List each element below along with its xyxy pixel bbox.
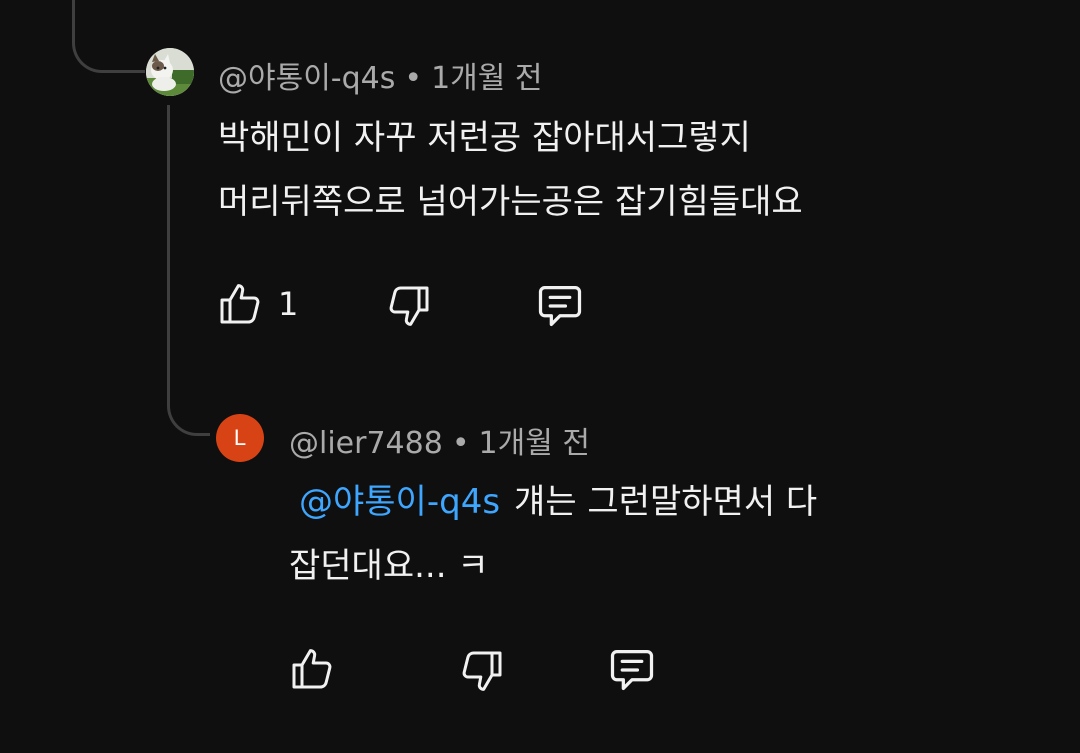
comment-body: @야통이-q4s 걔는 그런말하면서 다 잡던대요... ㅋ: [289, 470, 817, 598]
comment-body: 박해민이 자꾸 저런공 잡아대서그렇지 머리뒤쪽으로 넘어가는공은 잡기힘들대요: [218, 106, 803, 234]
like-button[interactable]: [288, 645, 336, 693]
comment-time: 1개월 전: [478, 426, 590, 461]
mention-link[interactable]: @야통이-q4s: [299, 482, 500, 522]
avatar[interactable]: [146, 48, 194, 96]
comment-line: @야통이-q4s 걔는 그런말하면서 다: [289, 470, 817, 534]
author-name[interactable]: @야통이-q4s: [218, 61, 395, 96]
dislike-button[interactable]: [385, 282, 433, 330]
reply-button[interactable]: [606, 644, 658, 696]
dislike-button[interactable]: [458, 647, 506, 695]
thumbs-up-icon: [220, 284, 260, 324]
comment-line: 머리뒤쪽으로 넘어가는공은 잡기힘들대요: [218, 182, 803, 222]
avatar[interactable]: L: [216, 414, 264, 462]
like-count: 1: [278, 285, 299, 323]
thread-connector-top: [72, 0, 145, 73]
comment-icon: [610, 649, 654, 691]
meta-separator: •: [404, 61, 423, 96]
author-name[interactable]: @lier7488: [289, 426, 443, 461]
comment-time: 1개월 전: [431, 61, 543, 96]
comment-line: 박해민이 자꾸 저런공 잡아대서그렇지: [218, 118, 751, 158]
comment-meta: @lier7488 • 1개월 전: [289, 418, 590, 462]
comment-text-segment: 걔는 그런말하면서 다: [514, 482, 818, 522]
thumbs-down-icon: [462, 651, 502, 691]
comment-meta: @야통이-q4s • 1개월 전: [218, 53, 543, 97]
like-button[interactable]: 1: [216, 280, 298, 328]
reply-button[interactable]: [534, 280, 586, 332]
cat-photo-avatar: [146, 48, 194, 96]
comment-line: 잡던대요... ㅋ: [289, 546, 489, 586]
avatar-letter: L: [216, 414, 264, 462]
comment-icon: [538, 285, 582, 327]
meta-separator: •: [451, 426, 470, 461]
thumbs-up-icon: [292, 649, 332, 689]
thread-connector-reply: [167, 105, 210, 436]
thumbs-down-icon: [389, 286, 429, 326]
